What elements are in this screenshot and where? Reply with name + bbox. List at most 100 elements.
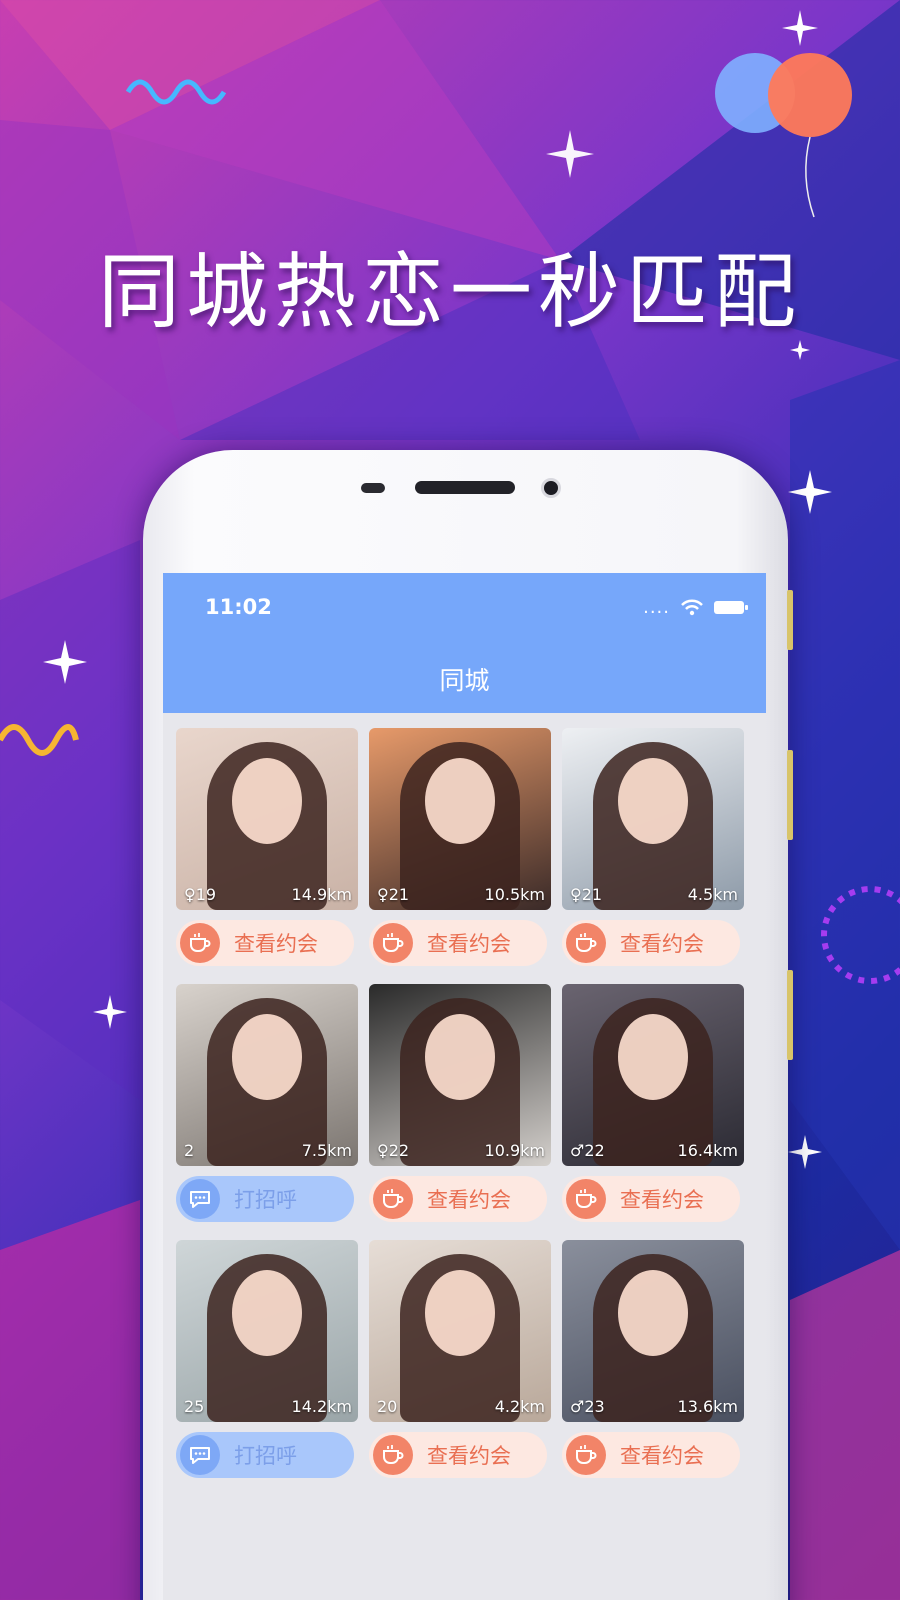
gender-icon: ♀ <box>377 885 389 904</box>
app-screen: 11:02 .... 同城 ♀19 14.9km 查看约会 ♀21 10.5km 查看约会… <box>163 573 766 1600</box>
coffee-cup-icon <box>373 1435 413 1475</box>
action-label: 查看约会 <box>620 1444 704 1468</box>
user-photo[interactable]: 20 4.2km <box>369 1240 551 1422</box>
user-distance: 14.9km <box>291 885 352 904</box>
user-age: 20 <box>377 1397 397 1416</box>
portrait-face <box>618 1270 688 1356</box>
header-bar: 11:02 .... 同城 <box>163 573 766 713</box>
user-distance: 16.4km <box>677 1141 738 1160</box>
user-distance: 13.6km <box>677 1397 738 1416</box>
age-value: 21 <box>388 885 410 904</box>
user-meta: 20 4.2km <box>377 1397 545 1416</box>
age-value: 22 <box>584 1141 605 1160</box>
portrait-face <box>618 1014 688 1100</box>
view-date-button[interactable]: 查看约会 <box>562 1432 740 1478</box>
sensor <box>361 483 385 493</box>
coffee-cup-icon <box>373 1179 413 1219</box>
coffee-cup-icon <box>180 923 220 963</box>
wifi-icon <box>681 599 703 615</box>
user-card[interactable]: ♀22 10.9km 查看约会 <box>369 984 551 1222</box>
user-photo[interactable]: ♂23 13.6km <box>562 1240 744 1422</box>
action-label: 查看约会 <box>427 932 511 956</box>
status-icons: .... <box>643 597 748 618</box>
user-age: ♀21 <box>377 885 409 904</box>
user-meta: ♀22 10.9km <box>377 1141 545 1160</box>
gender-icon: ♀ <box>184 885 196 904</box>
promo-headline: 同城热恋一秒匹配 <box>97 245 802 340</box>
action-label: 查看约会 <box>427 1444 511 1468</box>
user-photo[interactable]: ♀21 4.5km <box>562 728 744 910</box>
view-date-button[interactable]: 查看约会 <box>562 920 740 966</box>
portrait-face <box>618 758 688 844</box>
chat-bubble-icon <box>180 1435 220 1475</box>
user-photo[interactable]: ♀19 14.9km <box>176 728 358 910</box>
age-value: 2 <box>184 1141 195 1160</box>
user-age: ♂23 <box>570 1397 605 1416</box>
user-meta: ♀21 4.5km <box>570 885 738 904</box>
age-value: 22 <box>388 1141 410 1160</box>
view-date-button[interactable]: 查看约会 <box>369 1432 547 1478</box>
user-age: 2 <box>184 1141 194 1160</box>
user-meta: ♀21 10.5km <box>377 885 545 904</box>
coffee-cup-icon <box>566 923 606 963</box>
user-card[interactable]: 2 7.5km 打招呼 <box>176 984 358 1222</box>
user-card[interactable]: ♀21 4.5km 查看约会 <box>562 728 744 966</box>
coffee-cup-icon <box>566 1179 606 1219</box>
user-card[interactable]: ♂22 16.4km 查看约会 <box>562 984 744 1222</box>
user-card[interactable]: ♂23 13.6km 查看约会 <box>562 1240 744 1478</box>
signal-dots: .... <box>643 597 670 618</box>
user-card[interactable]: 20 4.2km 查看约会 <box>369 1240 551 1478</box>
user-photo[interactable]: ♂22 16.4km <box>562 984 744 1166</box>
volume-button <box>787 590 793 650</box>
volume-button <box>787 750 793 840</box>
user-photo[interactable]: 25 14.2km <box>176 1240 358 1422</box>
user-distance: 14.2km <box>291 1397 352 1416</box>
user-distance: 7.5km <box>301 1141 352 1160</box>
front-camera <box>541 478 561 498</box>
power-button <box>787 970 793 1060</box>
gender-icon: ♀ <box>570 885 582 904</box>
user-photo[interactable]: ♀22 10.9km <box>369 984 551 1166</box>
status-time: 11:02 <box>205 595 272 619</box>
user-age: ♀21 <box>570 885 602 904</box>
user-distance: 4.5km <box>687 885 738 904</box>
portrait-face <box>232 1014 302 1100</box>
portrait-face <box>425 1014 495 1100</box>
coffee-cup-icon <box>566 1435 606 1475</box>
view-date-button[interactable]: 查看约会 <box>369 920 547 966</box>
user-photo[interactable]: ♀21 10.5km <box>369 728 551 910</box>
view-date-button[interactable]: 查看约会 <box>562 1176 740 1222</box>
user-card[interactable]: ♀21 10.5km 查看约会 <box>369 728 551 966</box>
action-label: 查看约会 <box>620 932 704 956</box>
earpiece-speaker <box>415 481 515 494</box>
gender-icon: ♂ <box>570 1397 585 1416</box>
age-value: 23 <box>584 1397 605 1416</box>
user-card[interactable]: 25 14.2km 打招呼 <box>176 1240 358 1478</box>
user-distance: 4.2km <box>494 1397 545 1416</box>
user-meta: ♀19 14.9km <box>184 885 352 904</box>
user-age: ♂22 <box>570 1141 605 1160</box>
gender-icon: ♀ <box>377 1141 389 1160</box>
coffee-cup-icon <box>373 923 413 963</box>
greet-button[interactable]: 打招呼 <box>176 1176 354 1222</box>
greet-button[interactable]: 打招呼 <box>176 1432 354 1478</box>
portrait-face <box>232 758 302 844</box>
user-meta: ♂23 13.6km <box>570 1397 738 1416</box>
user-meta: ♂22 16.4km <box>570 1141 738 1160</box>
action-label: 查看约会 <box>620 1188 704 1212</box>
view-date-button[interactable]: 查看约会 <box>176 920 354 966</box>
portrait-face <box>232 1270 302 1356</box>
portrait-face <box>425 1270 495 1356</box>
user-age: ♀19 <box>184 885 216 904</box>
user-photo[interactable]: 2 7.5km <box>176 984 358 1166</box>
view-date-button[interactable]: 查看约会 <box>369 1176 547 1222</box>
user-age: 25 <box>184 1397 204 1416</box>
chat-bubble-icon <box>180 1179 220 1219</box>
age-value: 21 <box>581 885 603 904</box>
action-label: 查看约会 <box>234 932 318 956</box>
user-meta: 25 14.2km <box>184 1397 352 1416</box>
page-title: 同城 <box>439 666 490 695</box>
user-meta: 2 7.5km <box>184 1141 352 1160</box>
age-value: 19 <box>195 885 217 904</box>
user-card[interactable]: ♀19 14.9km 查看约会 <box>176 728 358 966</box>
